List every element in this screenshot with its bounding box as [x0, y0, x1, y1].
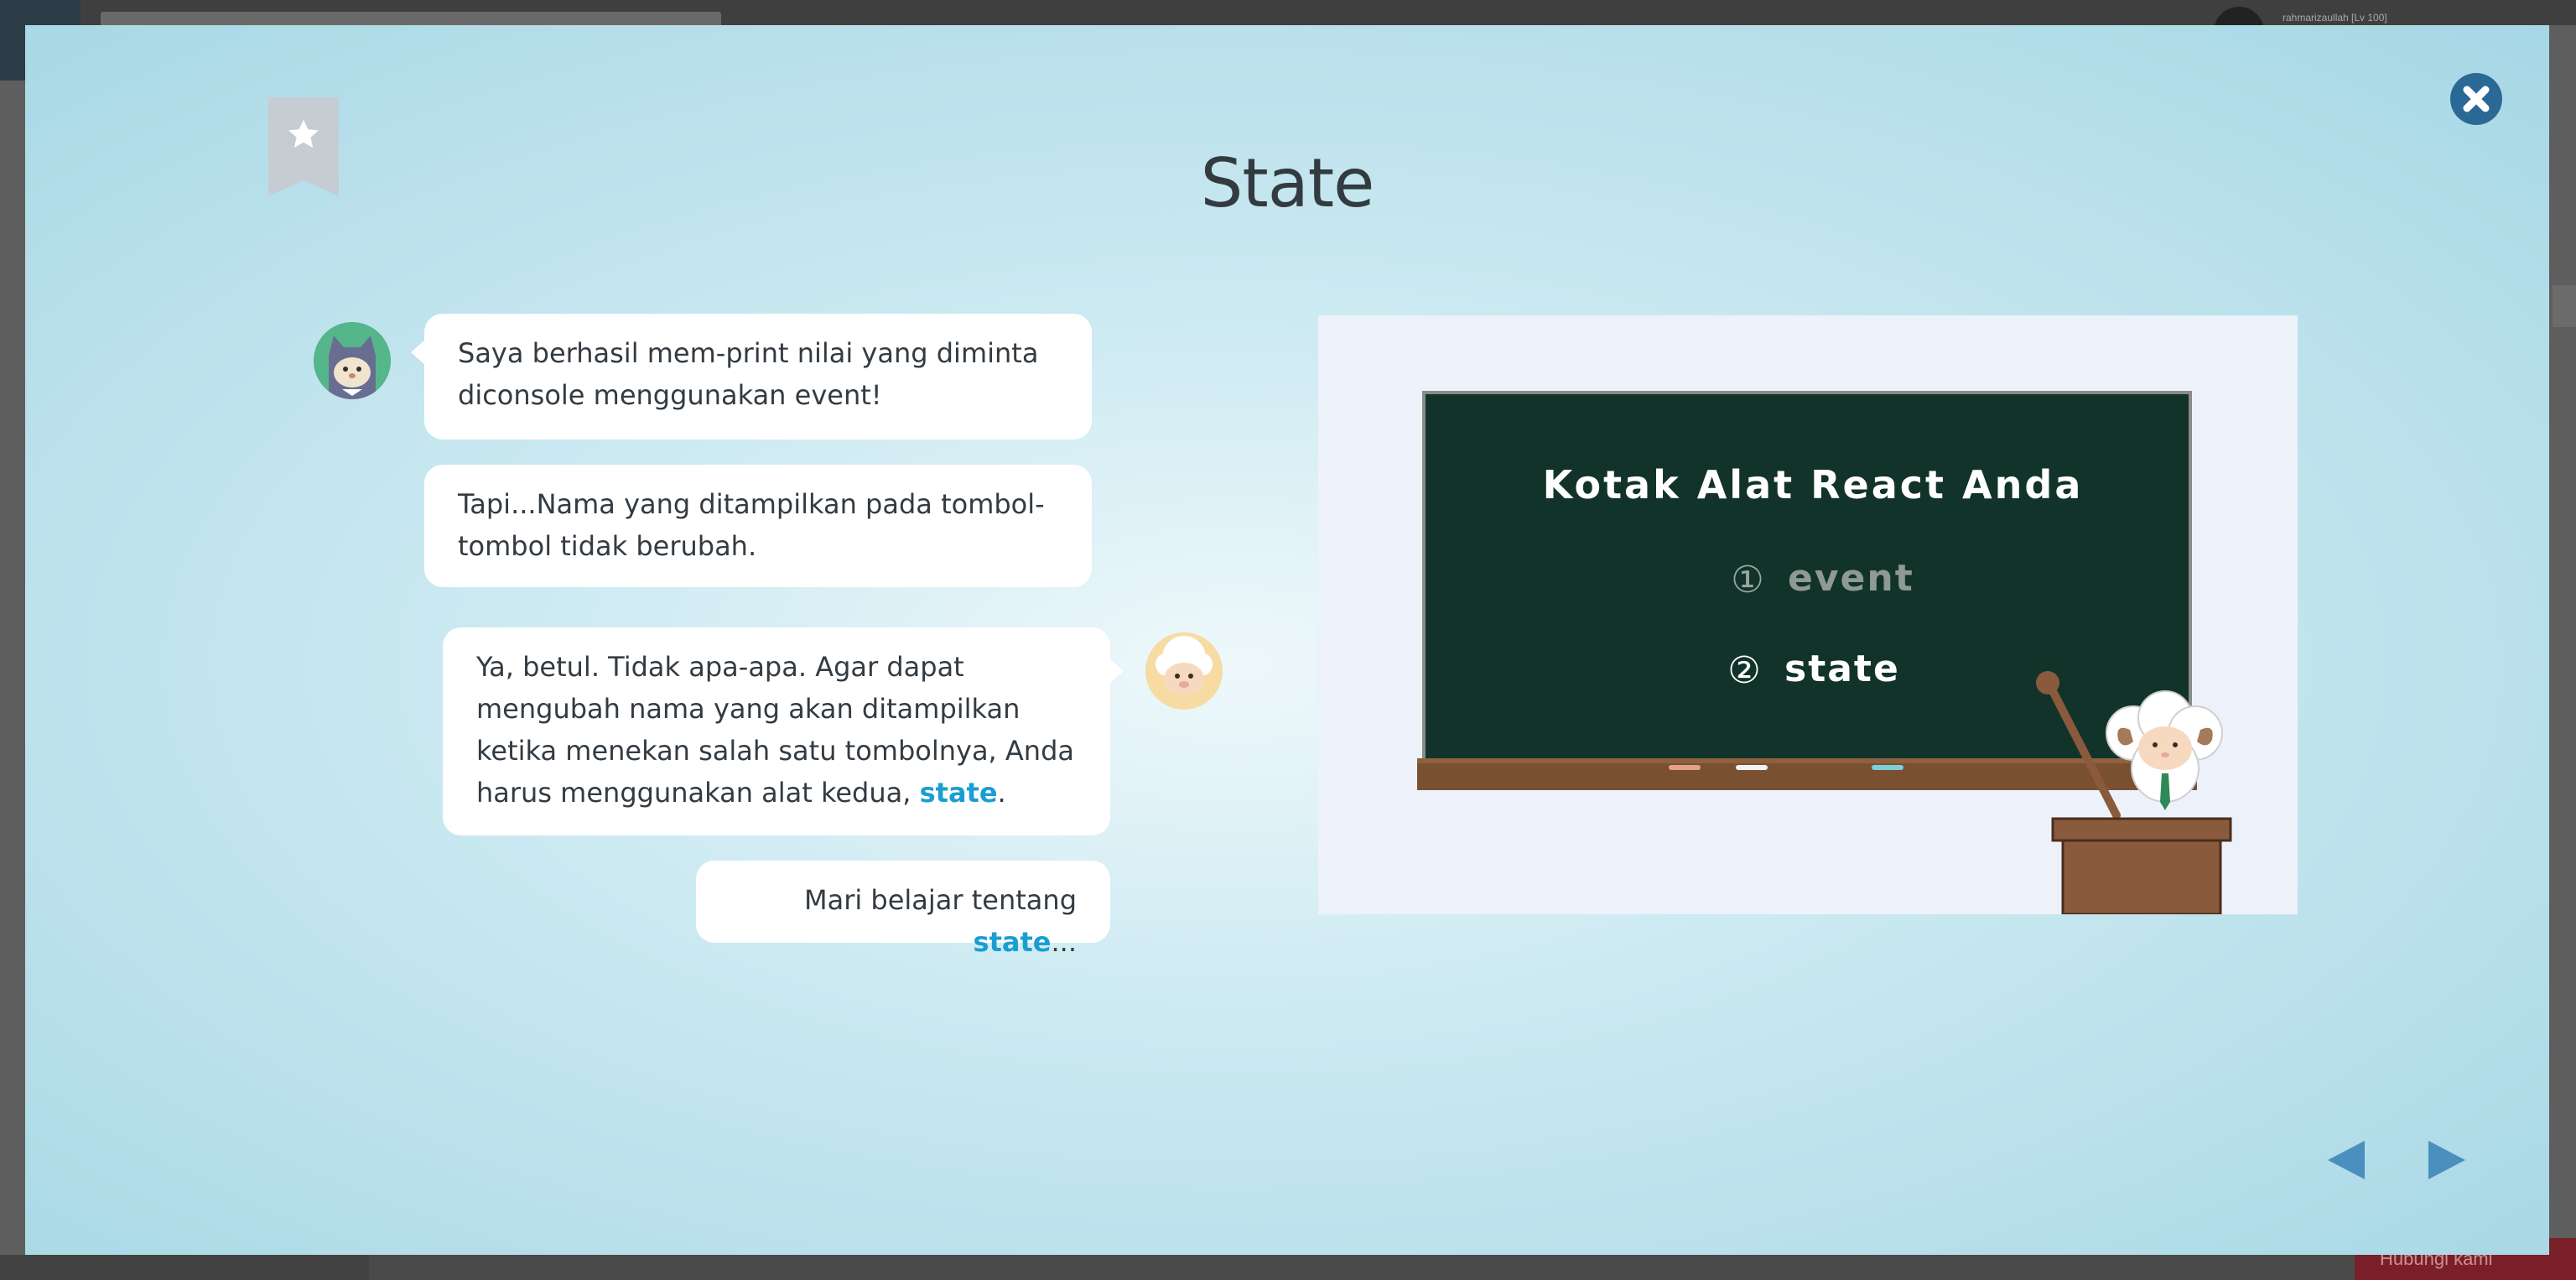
speech-bubble-cat-1: Saya berhasil mem-print nilai yang dimin… — [411, 314, 1092, 440]
speech-bubble-cat-2: Tapi...Nama yang ditampilkan pada tombol… — [424, 465, 1092, 587]
previous-button[interactable] — [2324, 1137, 2368, 1186]
background-scrollbar — [2553, 285, 2576, 327]
speech-bubble-sheep-1: Ya, betul. Tidak apa-apa. Agar dapat men… — [443, 627, 1124, 835]
item-number: ② — [1727, 649, 1760, 692]
blackboard-heading: Kotak Alat React Anda — [1543, 462, 2084, 507]
triangle-right-icon — [2428, 1141, 2465, 1179]
lesson-modal: State Saya berhasil mem-print nilai yang… — [25, 25, 2549, 1255]
speech-bubble-sheep-2: Mari belajar tentang state... — [696, 861, 1110, 958]
speech-text: Tapi...Nama yang ditampilkan pada tombol… — [458, 488, 1045, 562]
highlight-keyword: state — [973, 926, 1052, 958]
triangle-left-icon — [2328, 1141, 2365, 1179]
speech-text: Mari belajar tentang — [803, 884, 1077, 916]
background-username: rahmarizaullah [Lv 100] — [2283, 12, 2387, 23]
blackboard-item-state: state — [1784, 648, 1900, 690]
speech-text: Saya berhasil mem-print nilai yang dimin… — [458, 337, 1039, 411]
sheep-avatar — [1145, 632, 1223, 710]
lesson-illustration: Kotak Alat React Anda ① event ② state — [1318, 315, 2298, 914]
speech-text-end: ... — [1051, 926, 1077, 958]
close-button[interactable] — [2450, 73, 2502, 125]
next-button[interactable] — [2425, 1137, 2469, 1186]
item-number: ① — [1731, 559, 1763, 601]
lesson-title: State — [1200, 143, 1375, 222]
speech-text-end: . — [997, 777, 1006, 809]
background-bottom-left-panel — [0, 1255, 369, 1280]
blackboard-item-event: event — [1788, 557, 1914, 600]
background-bottombar — [0, 1255, 2576, 1280]
highlight-keyword: state — [919, 777, 998, 809]
cat-avatar — [314, 322, 391, 399]
sheep-teacher — [2106, 690, 2223, 810]
blackboard-scene: Kotak Alat React Anda ① event ② state — [1417, 391, 2232, 914]
close-icon — [2463, 86, 2490, 112]
